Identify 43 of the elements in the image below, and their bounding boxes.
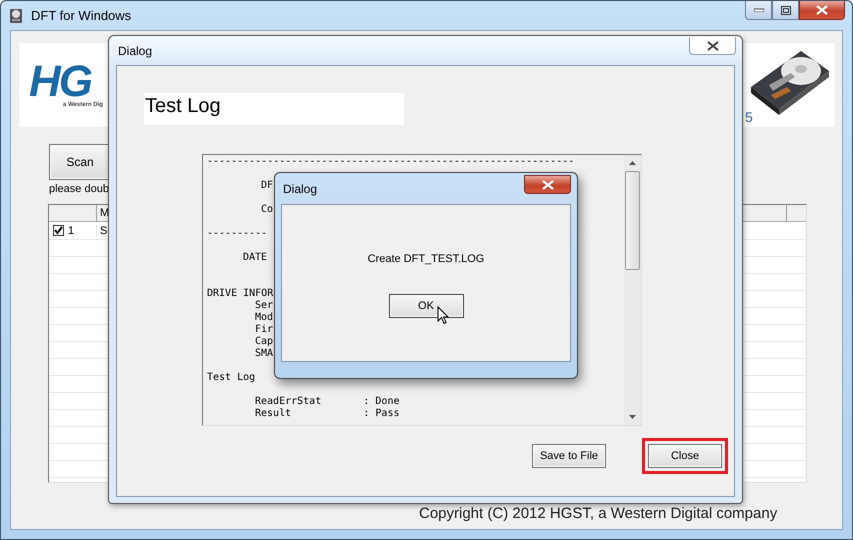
window-title: DFT for Windows [31,8,132,23]
cursor-icon [437,306,449,325]
arrow-down-icon[interactable] [629,415,636,419]
close-icon [542,180,554,190]
hint-text: please doub [49,183,109,195]
log-line: Fir [255,324,274,336]
ok-button[interactable]: OK [388,294,464,318]
log-line: Test Log [207,372,256,384]
close-button[interactable] [799,1,845,20]
log-line: Cap [255,336,274,348]
log-line: Ser [255,300,274,312]
close-icon [706,40,718,50]
label-text: 5 [745,109,753,125]
minimize-button[interactable] [745,1,772,20]
dialog-button[interactable]: Close [648,444,722,468]
checkbox[interactable] [53,225,64,236]
maximize-icon [780,6,790,14]
copyright-text: Copyright (C) 2012 HGST, a Western Digital company [419,505,778,522]
log-line: ReadErrStat : Done [255,396,400,408]
scrollbar[interactable] [624,155,641,425]
log-line: ---------- [207,228,268,240]
table-cell-text: S [99,224,108,236]
arrow-up-icon[interactable] [629,161,636,165]
message-text: Create DFT_TEST.LOG [368,253,484,265]
log-line: Result : Pass [255,408,400,420]
dialog-title: Dialog [117,44,152,58]
log-line: DATE [243,252,268,264]
close-button[interactable] [689,37,736,55]
log-line: Co [261,204,274,216]
dialog-title: Dialog [282,182,318,196]
table-cell: 1 [68,224,74,236]
dialog-button[interactable]: Save to File [532,444,606,468]
minimize-icon [754,8,764,12]
log-line: DF [261,180,274,192]
close-icon [816,5,828,15]
log-line: DRIVE INFOR [207,288,274,300]
scan-button[interactable]: Scan [49,144,111,180]
close-button[interactable] [524,175,571,194]
log-line: ------------------------------------------------------------- [207,156,574,168]
log-line: Mod [255,312,274,324]
maximize-button[interactable] [772,1,799,20]
log-line: SMA [255,348,274,360]
log-heading: Test Log [144,93,404,125]
